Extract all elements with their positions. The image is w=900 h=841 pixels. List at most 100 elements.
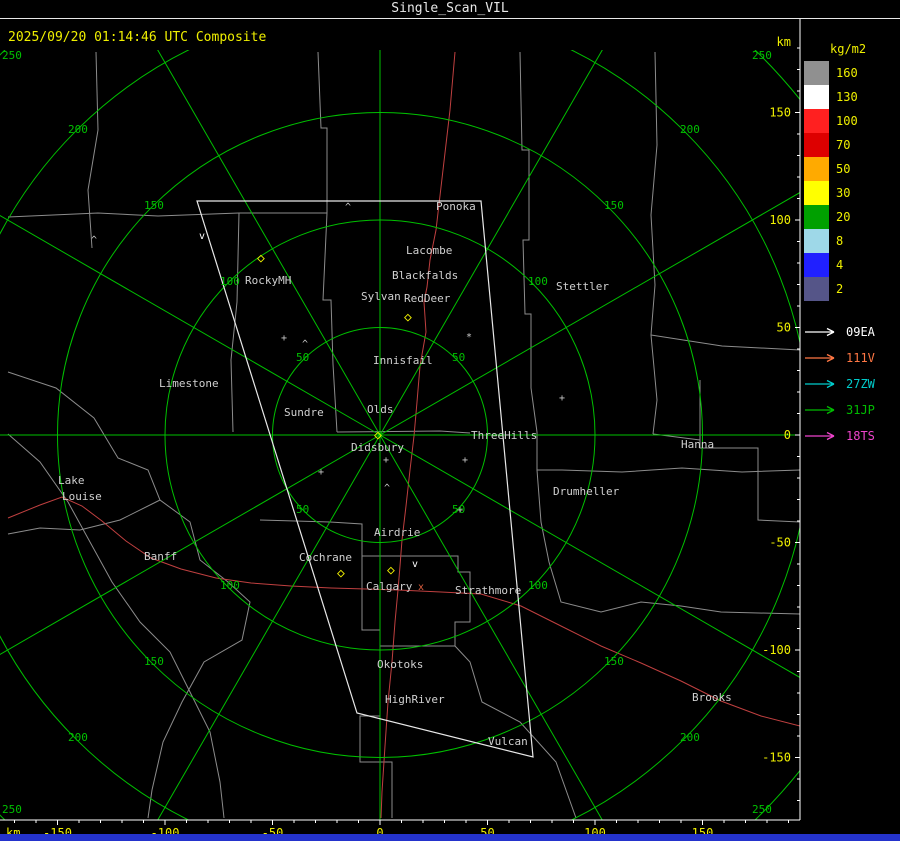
- city-label: Innisfail: [373, 354, 433, 367]
- y-tick-label: -100: [762, 643, 791, 657]
- arrow-shape: [805, 379, 835, 389]
- county-boundary-line: [359, 646, 393, 818]
- city-label: Sylvan: [361, 290, 401, 303]
- colorbar-swatch: [804, 157, 829, 181]
- azimuth-line: [0, 434, 381, 655]
- city-label: Lacombe: [406, 244, 452, 257]
- station-id: 31JP: [846, 403, 875, 417]
- range-ring-label: 100: [220, 579, 240, 592]
- town-marker: +: [383, 455, 389, 466]
- town-marker: ^: [302, 339, 308, 350]
- colorbar-entry: 130: [804, 85, 900, 109]
- station-entry: 09EA: [804, 319, 900, 345]
- range-ring-label: 250: [2, 803, 22, 816]
- colorbar-value: 70: [836, 138, 851, 152]
- station-arrow-icon: [805, 379, 835, 389]
- legend-panel: kg/m2 160 130 100 70 50 30 20 8 4 2 09EA 111V 27ZW 3…: [804, 42, 900, 449]
- city-label: Banff: [144, 550, 177, 563]
- county-boundary-line: [7, 499, 161, 535]
- range-ring-label: 100: [528, 275, 548, 288]
- station-id: 111V: [846, 351, 875, 365]
- city-label: Hanna: [681, 438, 714, 451]
- range-ring-label: 250: [2, 49, 22, 62]
- city-label: Sundre: [284, 406, 324, 419]
- radar-site-marker: ◇: [374, 428, 382, 443]
- city-label: Lake: [58, 474, 85, 487]
- range-ring-label: 150: [144, 655, 164, 668]
- colorbar-entry: 50: [804, 157, 900, 181]
- colorbar-entry: 70: [804, 133, 900, 157]
- city-label: Stettler: [556, 280, 609, 293]
- county-boundary-line: [230, 51, 328, 433]
- range-ring-label: 100: [220, 275, 240, 288]
- axes-layer: -150 -100 -50 0 50 100 150150100500-50-100-150…: [0, 19, 801, 840]
- colorbar-entry: 30: [804, 181, 900, 205]
- colorbar-value: 160: [836, 66, 858, 80]
- range-ring-label: 150: [144, 199, 164, 212]
- colorbar-value: 30: [836, 186, 851, 200]
- city-label: Louise: [62, 490, 102, 503]
- city-label: RedDeer: [404, 292, 451, 305]
- city-label: ThreeHills: [471, 429, 537, 442]
- right-axis-unit: km: [777, 35, 791, 49]
- colorbar-value: 130: [836, 90, 858, 104]
- range-ring-label: 50: [296, 351, 309, 364]
- y-tick-label: -50: [769, 536, 791, 550]
- range-ring-label: 200: [680, 123, 700, 136]
- city-label: RockyMH: [245, 274, 291, 287]
- city-label: Okotoks: [377, 658, 423, 671]
- range-ring-label: 100: [528, 579, 548, 592]
- town-marker: ^: [91, 235, 97, 246]
- county-boundary-line: [87, 51, 99, 249]
- range-ring-label: 200: [68, 731, 88, 744]
- y-tick-label: -150: [762, 751, 791, 765]
- colorbar-swatch: [804, 253, 829, 277]
- azimuth-line: [157, 434, 381, 820]
- azimuth-line: [157, 50, 381, 436]
- colorbar-value: 8: [836, 234, 844, 248]
- station-id: 27ZW: [846, 377, 875, 391]
- colorbar-swatch: [804, 181, 829, 205]
- colorbar-swatch: [804, 277, 829, 301]
- colorbar-swatch: [804, 133, 829, 157]
- highway-line: [397, 589, 800, 727]
- city-label: Blackfalds: [392, 269, 458, 282]
- azimuth-line: [0, 215, 381, 436]
- town-marker: +: [281, 333, 287, 344]
- city-label: Vulcan: [488, 735, 528, 748]
- range-ring: [0, 50, 800, 820]
- colorbar-value: 50: [836, 162, 851, 176]
- county-boundary-line: [699, 380, 800, 523]
- y-tick-label: 50: [777, 321, 791, 335]
- town-marker: v: [199, 231, 205, 242]
- county-boundary-line: [454, 645, 577, 819]
- range-ring-label: 150: [604, 199, 624, 212]
- city-label: Limestone: [159, 377, 219, 390]
- city-label: HighRiver: [385, 693, 445, 706]
- colorbar-value: 4: [836, 258, 844, 272]
- map-layer: 50 100 150 200 250 50 100 150 200 250 50 100 150 200 2…: [0, 49, 800, 820]
- station-arrow-icon: [805, 431, 835, 441]
- town-marker: *: [466, 332, 472, 343]
- city-label: Drumheller: [553, 485, 620, 498]
- arrow-shape: [805, 327, 835, 337]
- azimuth-line: [379, 434, 800, 679]
- station-arrow-icon: [805, 353, 835, 363]
- city-label: Brooks: [692, 691, 732, 704]
- station-list: 09EA 111V 27ZW 31JP 18TS: [804, 319, 900, 449]
- radar-site-marker: ◇: [387, 563, 395, 578]
- station-entry: 18TS: [804, 423, 900, 449]
- arrow-shape: [805, 405, 835, 415]
- colorbar-entry: 8: [804, 229, 900, 253]
- colorbar-entry: 160: [804, 61, 900, 85]
- station-arrow-icon: [805, 405, 835, 415]
- colorbar-entry: 4: [804, 253, 900, 277]
- city-label: Cochrane: [299, 551, 352, 564]
- colorbar-entry: 2: [804, 277, 900, 301]
- colorbar-swatch: [804, 109, 829, 133]
- bottom-blue-bar: [0, 834, 900, 841]
- town-marker: +: [318, 467, 324, 478]
- colorbar-swatch: [804, 85, 829, 109]
- city-label: Airdrie: [374, 526, 420, 539]
- station-entry: 27ZW: [804, 371, 900, 397]
